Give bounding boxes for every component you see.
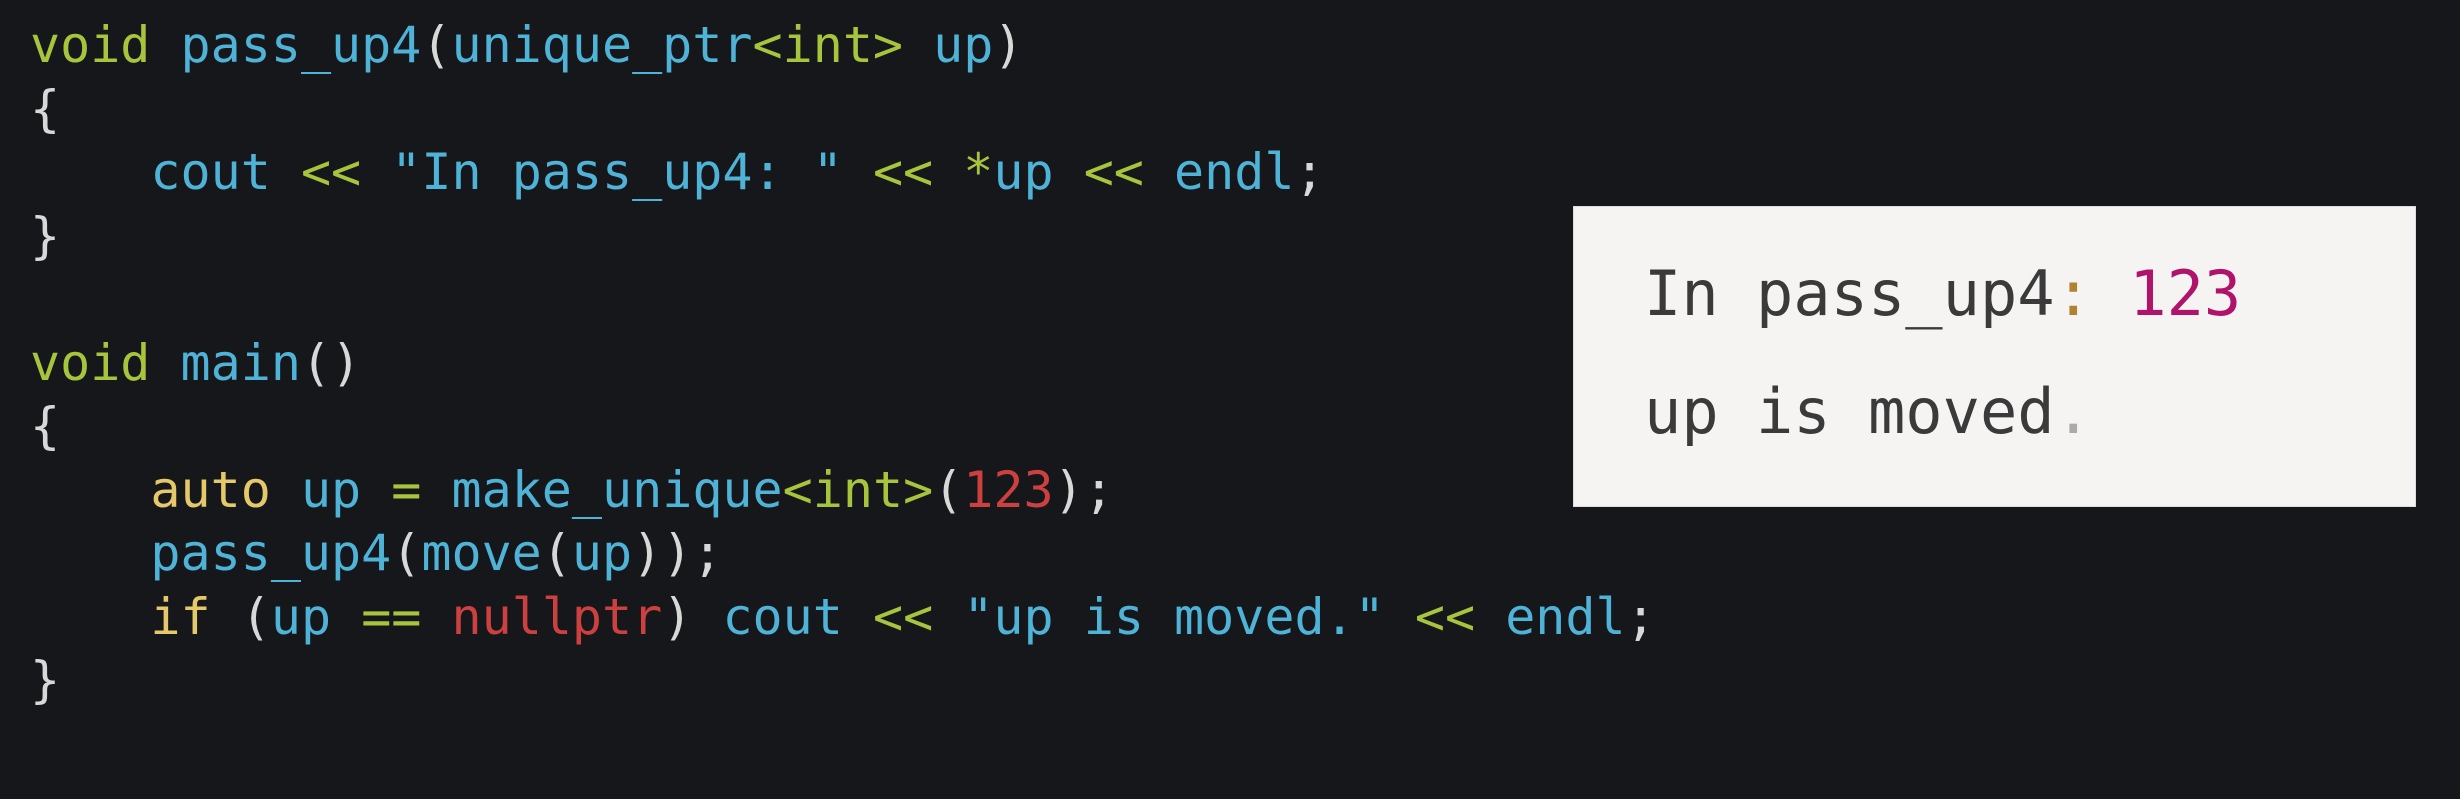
code-token: make_unique bbox=[451, 460, 783, 519]
code-token: 123 bbox=[963, 460, 1054, 519]
code-token: ( bbox=[210, 587, 271, 646]
output-line-2-text: up is moved bbox=[1644, 375, 2055, 448]
code-token: { bbox=[30, 397, 61, 455]
code-token: ) bbox=[662, 587, 723, 646]
output-line-1-text: In pass_up4 bbox=[1644, 257, 2055, 330]
code-token: ) bbox=[993, 16, 1024, 74]
output-line-1-colon: : bbox=[2054, 257, 2092, 330]
code-token: << bbox=[300, 143, 362, 201]
code-token: cout bbox=[150, 143, 271, 201]
code-token: void bbox=[30, 16, 151, 74]
code-token: endl bbox=[1174, 143, 1295, 201]
code-token: up bbox=[571, 524, 633, 582]
code-token: main bbox=[180, 333, 301, 392]
code-token: up bbox=[300, 460, 362, 519]
code-line: pass_up4(move(up)); bbox=[30, 522, 1656, 586]
console-output-panel: In pass_up4: 123 up is moved. bbox=[1573, 206, 2416, 507]
code-token: = bbox=[391, 460, 422, 519]
code-token: } bbox=[30, 206, 61, 265]
code-token: auto bbox=[150, 460, 271, 519]
code-token: pass_up4 bbox=[180, 16, 422, 74]
code-editor[interactable]: void pass_up4(unique_ptr<int> up){ cout … bbox=[30, 14, 1656, 713]
code-token: up bbox=[933, 16, 994, 74]
output-line-1-space bbox=[2092, 257, 2129, 330]
code-token: << bbox=[1414, 587, 1476, 646]
code-token: int bbox=[782, 16, 873, 74]
code-line: auto up = make_unique<int>(123); bbox=[30, 459, 1656, 523]
code-token: "In pass_up4: " bbox=[391, 143, 843, 201]
code-token: int bbox=[812, 460, 904, 519]
output-line-1-value: 123 bbox=[2129, 257, 2242, 330]
code-token: > bbox=[872, 16, 904, 74]
code-token: unique_ptr bbox=[451, 16, 753, 74]
code-token: * bbox=[963, 143, 994, 201]
code-token: move bbox=[421, 524, 542, 582]
output-line-1: In pass_up4: 123 bbox=[1644, 257, 2241, 330]
code-token: )); bbox=[632, 524, 723, 582]
code-token: { bbox=[30, 79, 61, 138]
code-token: << bbox=[872, 587, 934, 646]
code-token: } bbox=[30, 651, 61, 709]
code-token: if bbox=[150, 587, 211, 646]
code-token: ); bbox=[1053, 460, 1114, 519]
code-token: cout bbox=[722, 587, 843, 646]
code-line: if (up == nullptr) cout << "up is moved.… bbox=[30, 586, 1656, 650]
output-line-2-period: . bbox=[2054, 375, 2092, 448]
code-token: pass_up4 bbox=[150, 524, 392, 582]
code-line: } bbox=[30, 649, 1656, 713]
code-token: ( bbox=[421, 16, 452, 74]
code-token: << bbox=[1083, 143, 1144, 201]
code-token: endl bbox=[1505, 587, 1626, 646]
code-token: < bbox=[782, 460, 813, 519]
code-token: ( bbox=[933, 460, 964, 519]
code-token: void bbox=[30, 333, 151, 392]
code-token: ; bbox=[1625, 587, 1656, 646]
code-token: () bbox=[300, 333, 362, 392]
code-token: < bbox=[752, 16, 783, 74]
code-token: ; bbox=[1294, 143, 1325, 201]
code-token: up bbox=[993, 143, 1054, 201]
code-line: { bbox=[30, 395, 1656, 459]
code-line: { bbox=[30, 78, 1656, 142]
code-token: "up is moved." bbox=[963, 587, 1385, 646]
code-token: up bbox=[270, 587, 332, 646]
code-token: ( bbox=[391, 524, 422, 582]
code-line: void main() bbox=[30, 332, 1656, 396]
code-token: > bbox=[903, 460, 934, 519]
code-line: cout << "In pass_up4: " << *up << endl; bbox=[30, 141, 1656, 205]
code-line: } bbox=[30, 205, 1656, 269]
code-token: nullptr bbox=[451, 587, 663, 646]
output-line-2: up is moved. bbox=[1644, 375, 2092, 448]
code-token: == bbox=[361, 587, 422, 646]
code-token: ( bbox=[541, 524, 572, 582]
code-line: void pass_up4(unique_ptr<int> up) bbox=[30, 14, 1656, 78]
code-token: << bbox=[872, 143, 934, 201]
